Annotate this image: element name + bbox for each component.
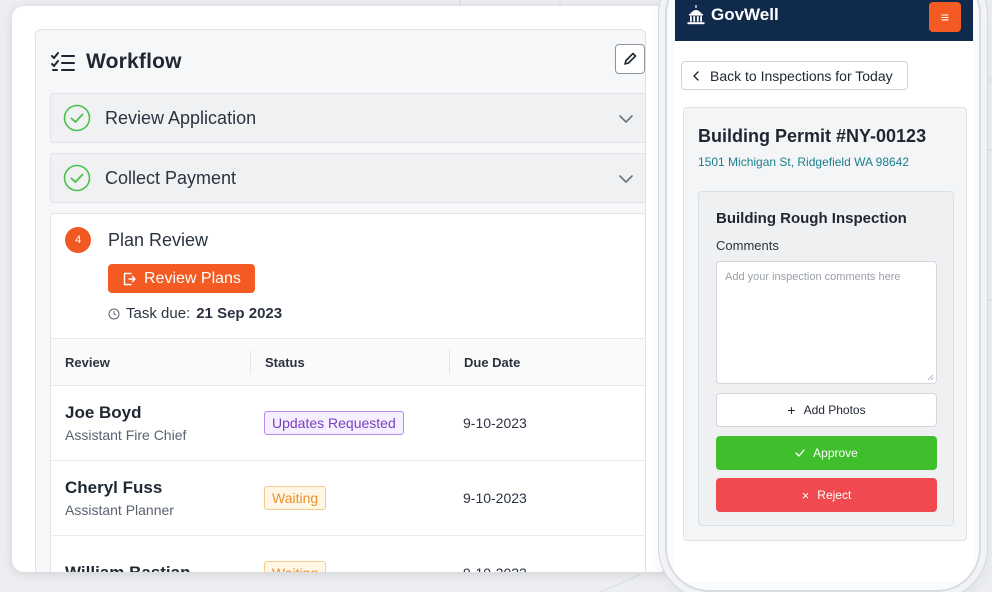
hamburger-icon: ≡ (940, 9, 950, 25)
permit-address[interactable]: 1501 Michigan St, Ridgefield WA 98642 (698, 155, 909, 169)
table-row[interactable]: William Bastian Waiting 9-10-2023 (51, 536, 645, 572)
brand[interactable]: GovWell (685, 4, 779, 26)
status-badge: Waiting (264, 486, 327, 510)
reject-label: Reject (817, 488, 852, 502)
inspection-title: Building Rough Inspection (716, 210, 907, 227)
phone-screen: GovWell ≡ Back to Inspections for Today … (675, 0, 973, 582)
step-number-badge: 4 (65, 227, 91, 253)
pencil-icon (624, 52, 637, 65)
review-plans-label: Review Plans (144, 269, 241, 287)
back-to-inspections-button[interactable]: Back to Inspections for Today (681, 61, 908, 90)
comments-placeholder: Add your inspection comments here (725, 271, 901, 283)
step-collect-payment[interactable]: Collect Payment (50, 153, 645, 203)
resize-grip-icon[interactable] (926, 373, 934, 381)
capitol-logo-icon (687, 5, 705, 25)
chevron-down-icon[interactable] (618, 171, 634, 187)
step-label: Review Application (105, 107, 257, 128)
due-date: 9-10-2023 (463, 490, 527, 506)
chevron-down-icon[interactable] (618, 111, 634, 127)
check-circle-icon (63, 164, 91, 192)
brand-name: GovWell (711, 5, 779, 24)
app-bar: GovWell ≡ (675, 0, 973, 41)
reviewer-name: William Bastian (65, 563, 250, 572)
table-header: Review Status Due Date (51, 338, 645, 386)
plus-icon: + (787, 402, 796, 418)
step-plan-review: 4 Plan Review Review Plans Task due: 21 … (50, 213, 645, 572)
close-icon: × (801, 487, 810, 503)
task-due: Task due: 21 Sep 2023 (108, 305, 282, 322)
step-review-application[interactable]: Review Application (50, 93, 645, 143)
due-date: 9-10-2023 (463, 415, 527, 431)
reviewer-role: Assistant Planner (65, 502, 174, 518)
check-circle-icon (63, 104, 91, 132)
approve-button[interactable]: Approve (716, 436, 937, 470)
status-badge: Waiting (264, 561, 327, 572)
phone-frame: GovWell ≡ Back to Inspections for Today … (665, 0, 981, 592)
reject-button[interactable]: × Reject (716, 478, 937, 512)
comments-label: Comments (716, 238, 779, 253)
check-icon (795, 449, 805, 457)
comments-textarea[interactable]: Add your inspection comments here (716, 261, 937, 384)
status-badge: Updates Requested (264, 411, 404, 435)
column-header-status[interactable]: Status (250, 350, 449, 374)
add-photos-label: Add Photos (803, 403, 866, 417)
approve-label: Approve (813, 446, 858, 460)
menu-button[interactable]: ≡ (929, 2, 961, 32)
review-plans-button[interactable]: Review Plans (108, 264, 255, 293)
due-date: 9-10-2023 (449, 565, 645, 572)
column-header-due-date[interactable]: Due Date (449, 350, 645, 374)
task-due-prefix: Task due: (126, 305, 191, 322)
review-table: Review Status Due Date Joe Boyd Assistan… (51, 338, 645, 572)
back-label: Back to Inspections for Today (710, 67, 893, 84)
table-row[interactable]: Cheryl Fuss Assistant Planner Waiting 9-… (51, 461, 645, 536)
workflow-card: Workflow Review Application Collect Paym… (12, 6, 670, 572)
inspection-card: Building Rough Inspection Comments Add y… (698, 191, 954, 526)
checklist-icon (51, 51, 75, 71)
permit-card: Building Permit #NY-00123 1501 Michigan … (683, 107, 967, 541)
document-arrow-icon (123, 272, 136, 285)
permit-title: Building Permit #NY-00123 (698, 126, 927, 146)
step-label: Collect Payment (105, 167, 237, 188)
table-row[interactable]: Joe Boyd Assistant Fire Chief Updates Re… (51, 386, 645, 461)
reviewer-role: Assistant Fire Chief (65, 427, 187, 443)
task-due-date: 21 Sep 2023 (196, 305, 283, 322)
step-label: Plan Review (108, 230, 209, 250)
workflow-panel: Workflow Review Application Collect Paym… (35, 29, 646, 572)
reviewer-name: Cheryl Fuss (65, 478, 163, 497)
chevron-left-icon (693, 70, 699, 81)
edit-workflow-button[interactable] (615, 44, 645, 74)
clock-icon (108, 308, 120, 319)
workflow-header: Workflow (36, 30, 645, 93)
column-header-review[interactable]: Review (51, 355, 250, 370)
reviewer-name: Joe Boyd (65, 403, 142, 422)
workflow-title: Workflow (86, 49, 182, 73)
add-photos-button[interactable]: + Add Photos (716, 393, 937, 427)
